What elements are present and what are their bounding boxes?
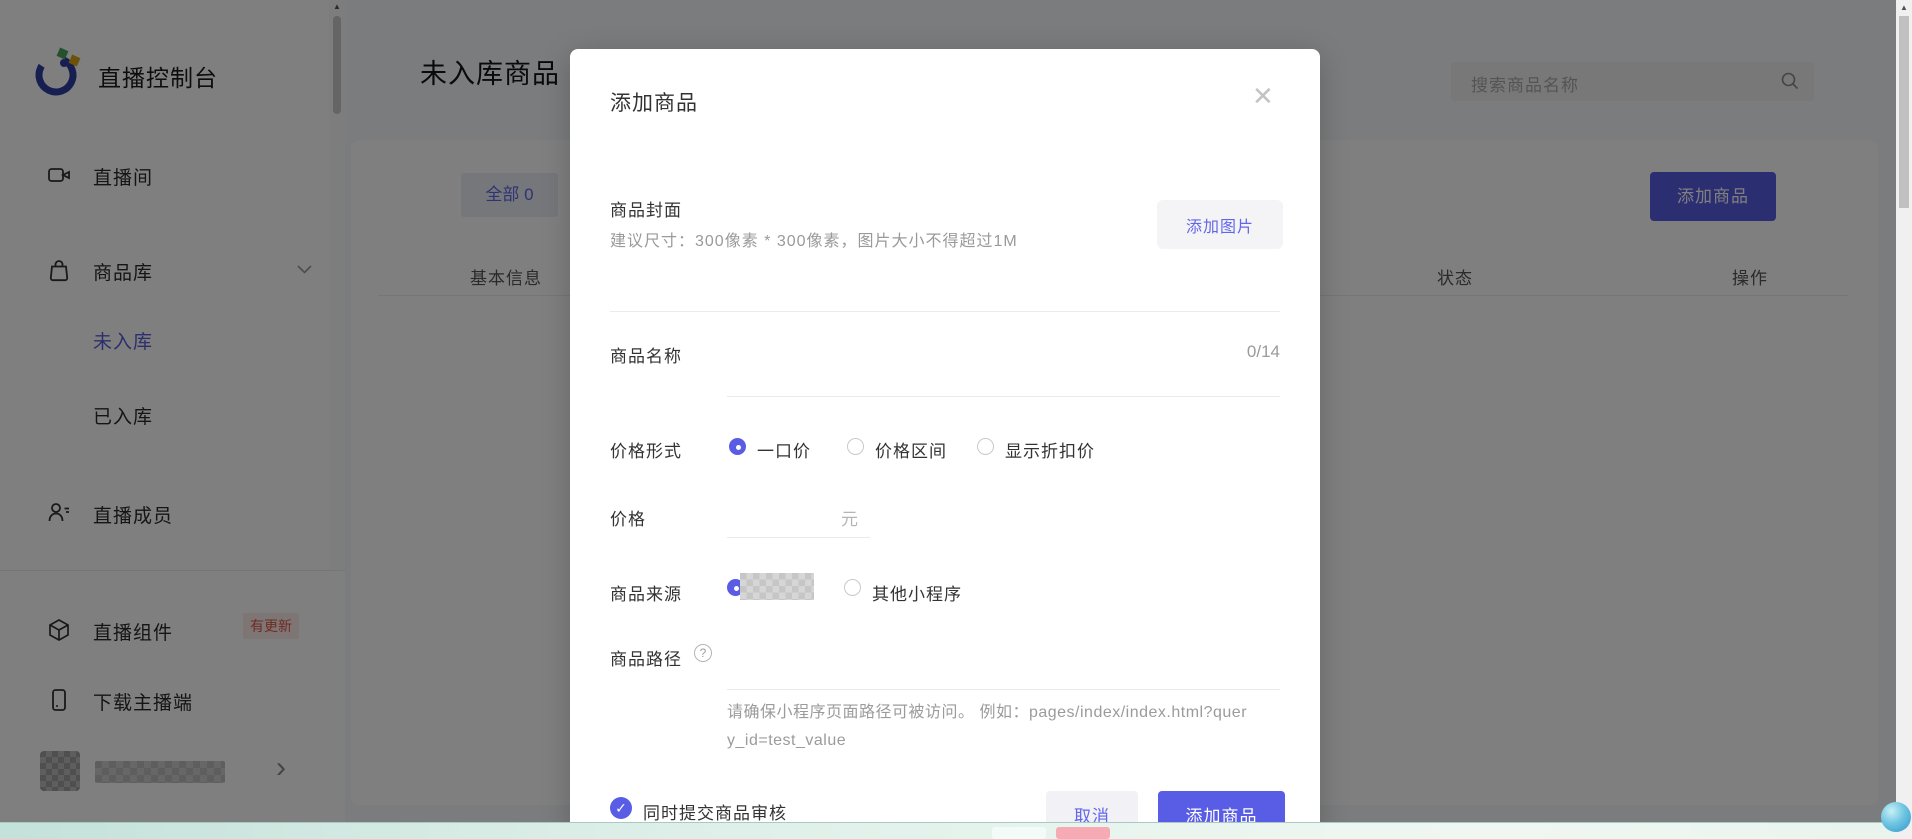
price-label: 价格 xyxy=(610,510,646,529)
browser-scrollbar[interactable]: ▲ xyxy=(1896,0,1912,839)
radio-source-other-miniprogram[interactable] xyxy=(844,579,861,596)
submit-review-label: 同时提交商品审核 xyxy=(643,804,787,823)
add-image-button[interactable]: 添加图片 xyxy=(1157,200,1283,249)
name-char-counter: 0/14 xyxy=(1246,342,1280,361)
help-icon[interactable]: ? xyxy=(694,644,712,662)
name-label: 商品名称 xyxy=(610,347,682,366)
path-helper-text: 请确保小程序页面路径可被访问。 例如：pages/index/index.htm… xyxy=(727,704,1248,749)
source-option-redacted xyxy=(740,573,814,600)
price-unit: 元 xyxy=(841,510,858,529)
path-input[interactable] xyxy=(727,689,1280,690)
source-label: 商品来源 xyxy=(610,585,682,604)
add-product-modal: 添加商品 ✕ 商品封面 建议尺寸：300像素 * 300像素，图片大小不得超过1… xyxy=(570,49,1320,839)
radio-fixed-price[interactable] xyxy=(729,438,746,455)
floating-widget-ball[interactable] xyxy=(1881,802,1911,832)
background-window-button-light xyxy=(992,827,1046,839)
path-label: 商品路径 xyxy=(610,650,682,669)
modal-title: 添加商品 xyxy=(610,92,698,115)
radio-fixed-price-label[interactable]: 一口价 xyxy=(757,437,811,462)
background-window-button-pink xyxy=(1056,827,1110,839)
price-type-label: 价格形式 xyxy=(610,442,682,461)
price-input[interactable] xyxy=(727,537,870,538)
browser-scrollbar-thumb[interactable] xyxy=(1899,16,1909,208)
screen: 直播控制台 直播间 商品库 xyxy=(0,0,1912,839)
scroll-up-icon[interactable]: ▲ xyxy=(1896,3,1912,12)
section-divider xyxy=(610,311,1280,312)
cover-label: 商品封面 xyxy=(610,201,682,220)
radio-discount-price-label[interactable]: 显示折扣价 xyxy=(1005,437,1095,462)
cover-size-hint: 建议尺寸：300像素 * 300像素，图片大小不得超过1M xyxy=(610,233,1018,250)
background-window-edge xyxy=(0,822,1912,839)
close-icon[interactable]: ✕ xyxy=(1252,83,1274,109)
radio-price-range[interactable] xyxy=(847,438,864,455)
radio-source-other-label[interactable]: 其他小程序 xyxy=(872,580,962,605)
submit-review-checkbox[interactable]: ✓ xyxy=(610,797,632,819)
radio-price-range-label[interactable]: 价格区间 xyxy=(875,437,947,462)
radio-discount-price[interactable] xyxy=(977,438,994,455)
name-input[interactable] xyxy=(727,396,1280,397)
